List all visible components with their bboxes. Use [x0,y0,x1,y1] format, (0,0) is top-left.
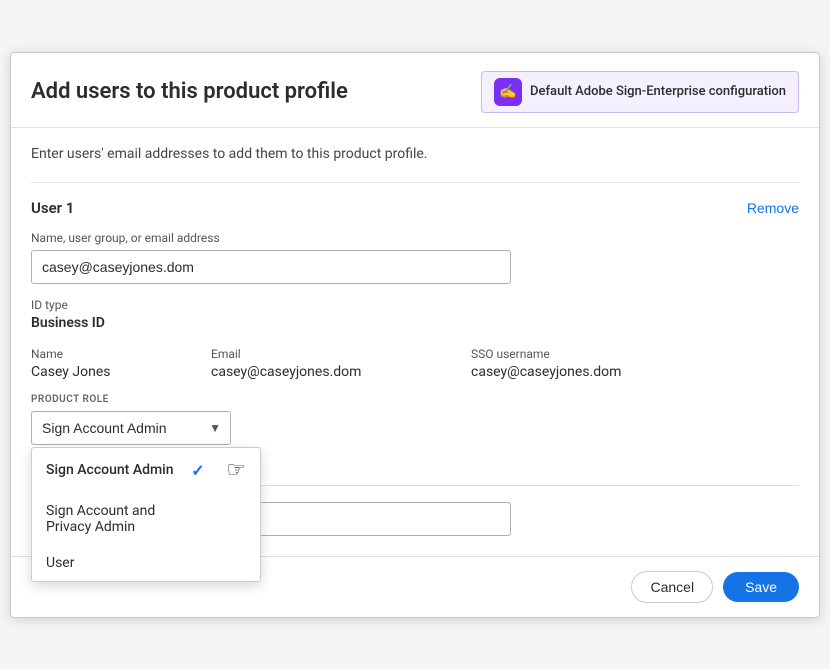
user-1-label: User 1 [31,199,74,217]
divider [31,182,799,183]
adobe-sign-icon: ✍ [494,78,522,106]
remove-button[interactable]: Remove [747,200,799,216]
name-value: Casey Jones [31,364,211,380]
user-1-section: User 1 Remove Name, user group, or email… [31,199,799,445]
dropdown-item-label-3: User [46,555,74,571]
dropdown-item-label-2: Sign Account andPrivacy Admin [46,503,155,535]
email-col: Email casey@caseyjones.dom [211,347,471,380]
user-email-input[interactable] [31,250,511,284]
sso-value: casey@caseyjones.dom [471,364,799,380]
email-col-label: Email [211,347,471,361]
sso-col: SSO username casey@caseyjones.dom [471,347,799,380]
product-role-section: PRODUCT ROLE Sign Account Admin Sign Acc… [31,394,799,445]
configuration-name: Default Adobe Sign-Enterprise configurat… [530,84,786,99]
email-field-label: Name, user group, or email address [31,231,799,245]
configuration-badge: ✍ Default Adobe Sign-Enterprise configur… [481,71,799,113]
name-label: Name [31,347,211,361]
sso-label: SSO username [471,347,799,361]
page-title: Add users to this product profile [31,79,467,104]
user-1-header: User 1 Remove [31,199,799,217]
content-area: Enter users' email addresses to add them… [11,128,819,546]
user-info-grid: Name Casey Jones Email casey@caseyjones.… [31,347,799,380]
email-col-value: casey@caseyjones.dom [211,364,471,380]
subtitle-text: Enter users' email addresses to add them… [31,146,799,162]
header-title-area: Add users to this product profile [31,79,467,104]
cursor-icon: ☞ [226,458,246,483]
dropdown-item-user[interactable]: User [32,545,260,581]
role-dropdown[interactable]: Sign Account Admin Sign Account and Priv… [31,411,231,445]
id-type-section: ID type Business ID [31,298,799,331]
dropdown-item-privacy-admin[interactable]: Sign Account andPrivacy Admin [32,493,260,545]
name-col: Name Casey Jones [31,347,211,380]
id-type-label: ID type [31,298,799,312]
product-role-label: PRODUCT ROLE [31,394,799,405]
cancel-button[interactable]: Cancel [631,571,713,603]
dropdown-item-label: Sign Account Admin [46,462,174,478]
role-dropdown-wrapper: Sign Account Admin Sign Account and Priv… [31,411,231,445]
dropdown-item-sign-admin[interactable]: Sign Account Admin ✓ ☞ [32,448,260,493]
selected-checkmark: ✓ [191,461,204,480]
header: Add users to this product profile ✍ Defa… [11,53,819,128]
id-type-value: Business ID [31,315,799,331]
main-window: Add users to this product profile ✍ Defa… [10,52,820,618]
role-dropdown-menu: Sign Account Admin ✓ ☞ Sign Account andP… [31,447,261,582]
save-button[interactable]: Save [723,572,799,602]
